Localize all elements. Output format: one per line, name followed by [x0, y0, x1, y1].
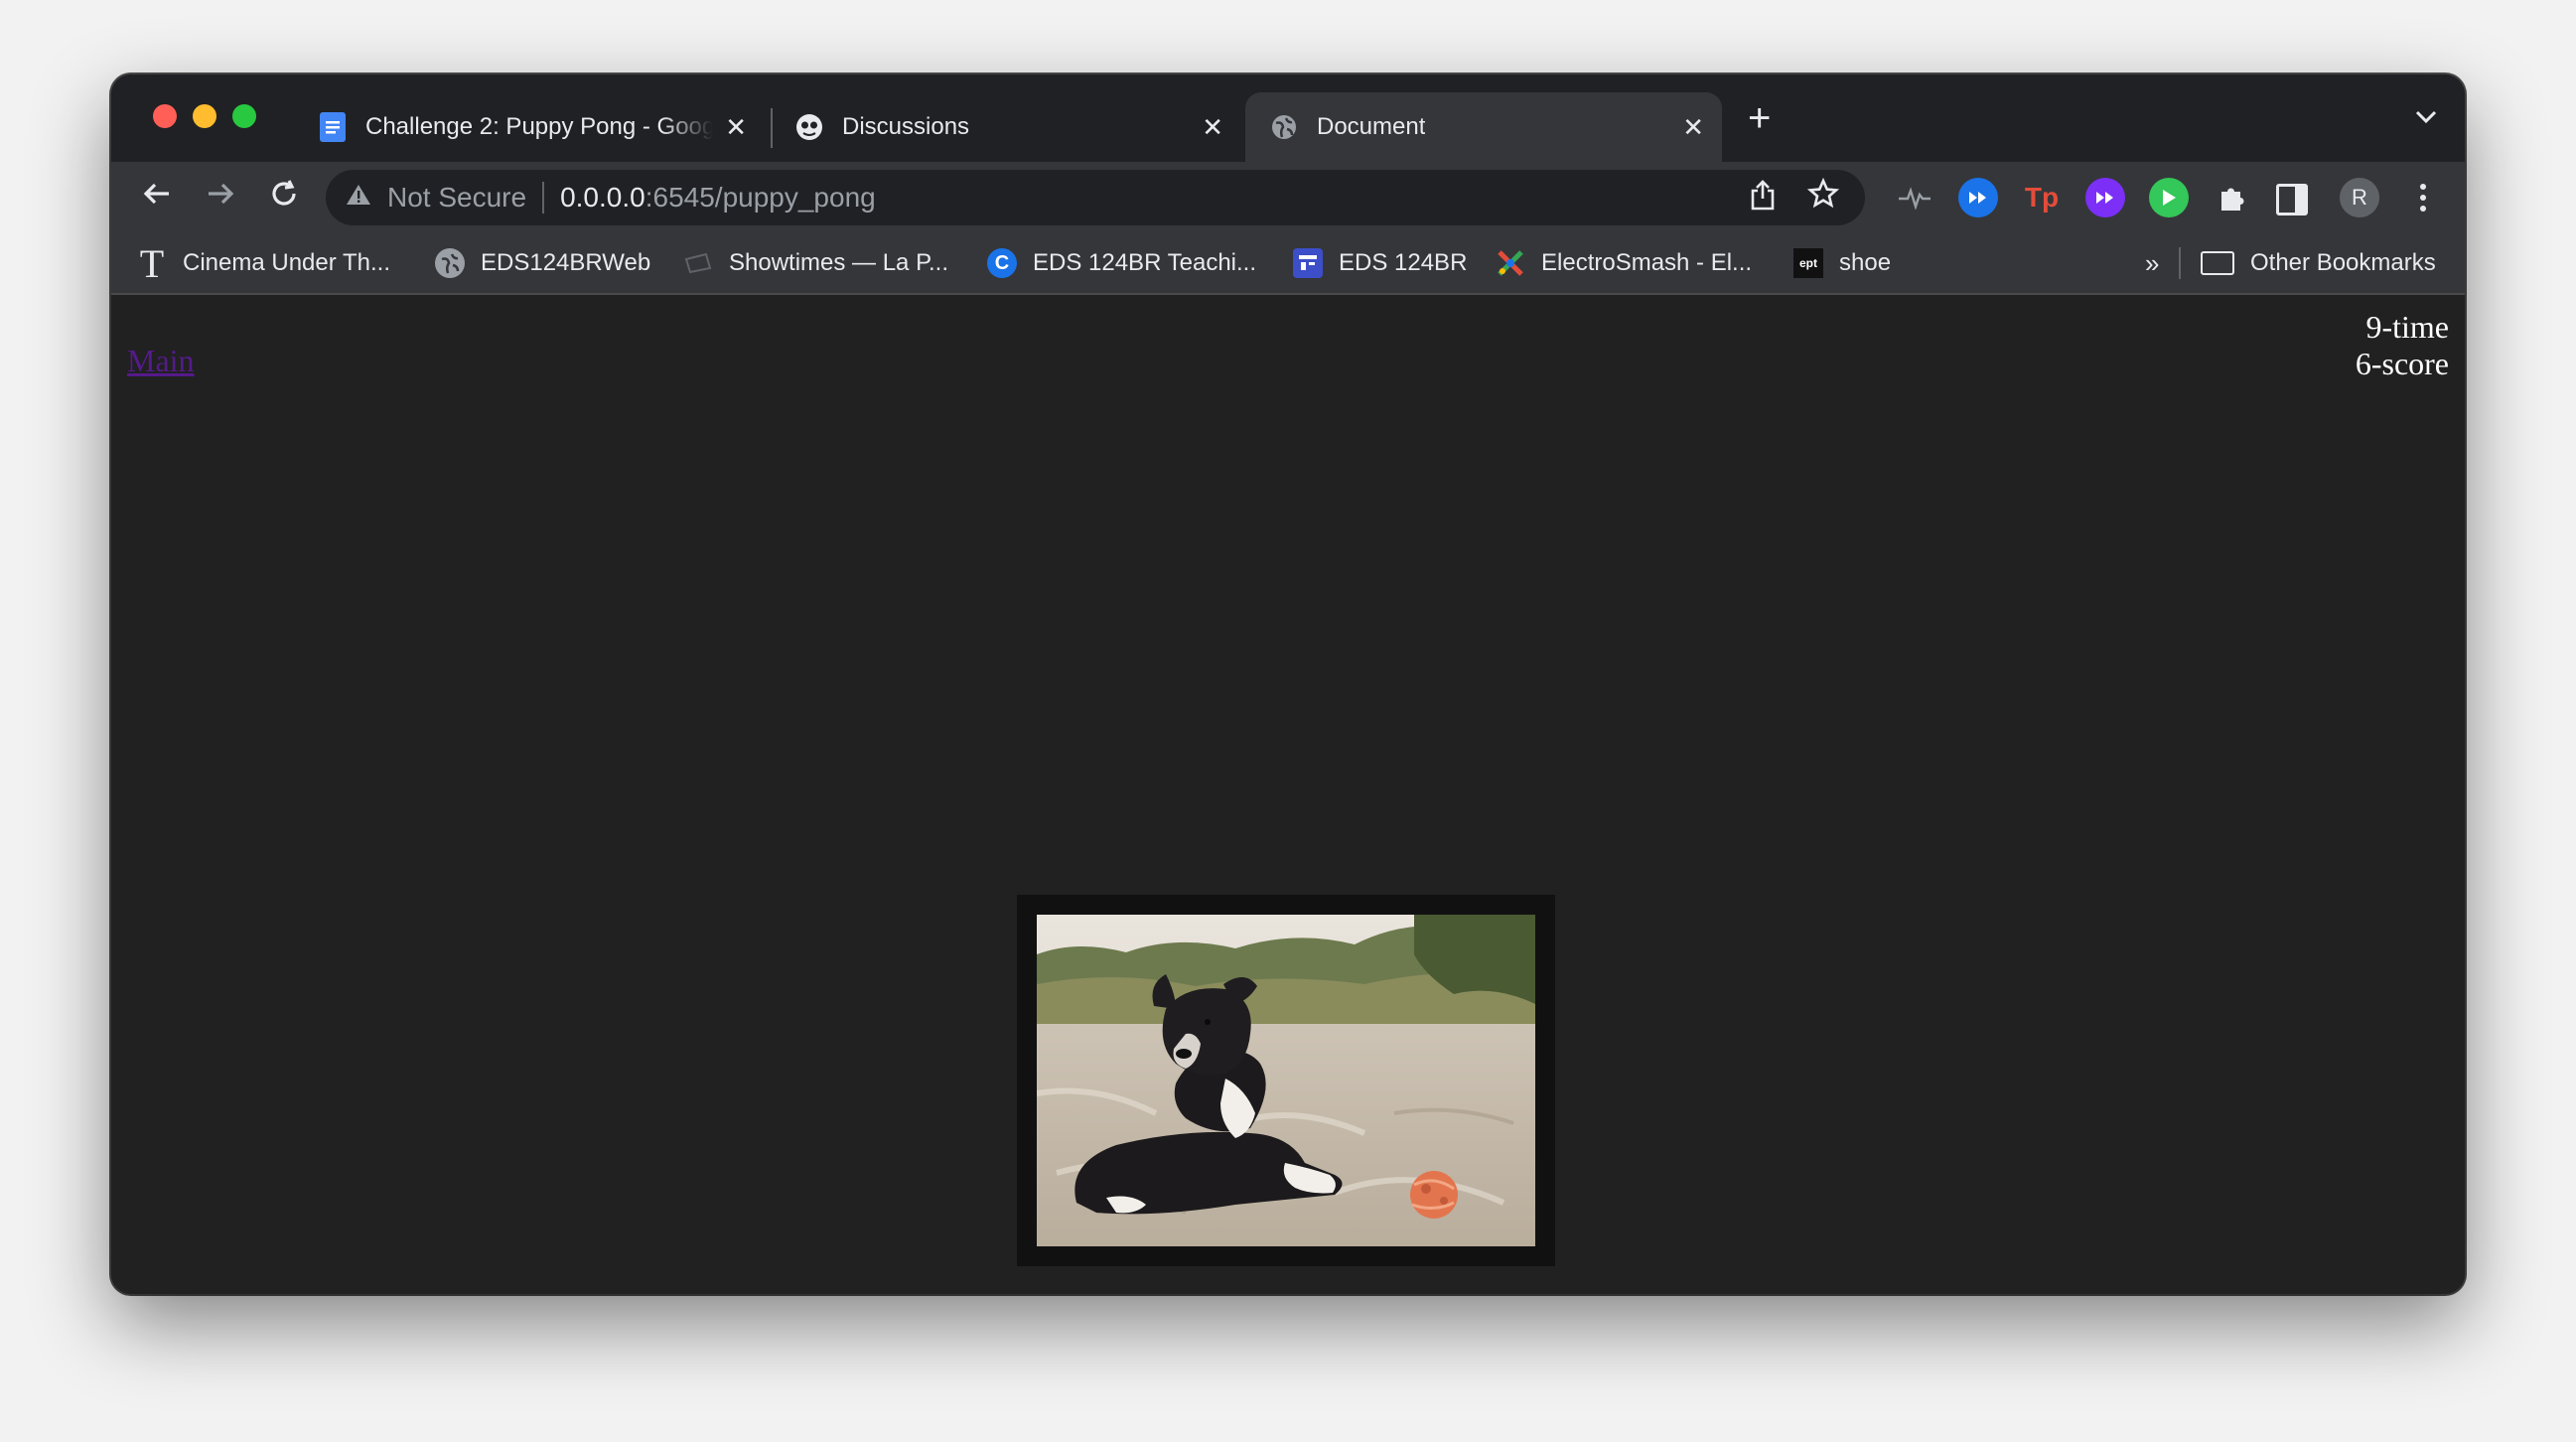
bookmark-label: Cinema Under Th...	[183, 249, 390, 276]
url-host: 0.0.0.0	[560, 182, 645, 213]
address-separator	[542, 182, 545, 214]
bookmark-label: ElectroSmash - El...	[1541, 249, 1753, 276]
url-path: :6545/puppy_pong	[644, 182, 876, 213]
puppy-ball-frame	[1017, 895, 1555, 1266]
other-bookmarks-folder[interactable]: Other Bookmarks	[2201, 233, 2436, 293]
kebab-menu-icon[interactable]	[2403, 178, 2443, 217]
tab-document-active[interactable]: Document ✕	[1245, 92, 1722, 162]
toolbar: Not Secure 0.0.0.0 :6545/puppy_pong Tp R	[111, 162, 2465, 233]
ept-icon: ept	[1793, 248, 1823, 278]
bookmark-label: EDS124BRWeb	[481, 249, 651, 276]
tab-separator	[771, 108, 773, 148]
bookmark-label: EDS 124BR Teachi...	[1033, 249, 1257, 276]
more-bookmarks-chevron-icon[interactable]: »	[2145, 233, 2159, 293]
tab-title: Discussions	[842, 113, 970, 140]
bookmark-label: Showtimes — La P...	[729, 249, 948, 276]
tab-title: Document	[1317, 113, 1426, 140]
close-tab-icon[interactable]: ✕	[725, 112, 747, 143]
discussions-icon	[794, 112, 824, 142]
pulse-extension-icon[interactable]	[1895, 178, 1934, 217]
forward-arrow-icon[interactable]	[205, 178, 236, 216]
extensions-puzzle-icon[interactable]	[2213, 178, 2252, 217]
bookmark-label: shoe	[1839, 249, 1892, 276]
close-tab-icon[interactable]: ✕	[1202, 112, 1223, 143]
bookmarks-bar: T Cinema Under Th... EDS124BRWeb Showtim…	[111, 233, 2465, 295]
bookmark-electrosmash[interactable]: ElectroSmash - El...	[1496, 233, 1752, 293]
bookmarks-divider	[2179, 247, 2181, 279]
puppy-photo	[1037, 915, 1535, 1246]
minimize-window-button[interactable]	[193, 104, 216, 128]
globe-icon	[435, 248, 465, 278]
side-panel-icon[interactable]	[2276, 184, 2308, 216]
fast-forward-extension-icon[interactable]	[1958, 178, 1998, 217]
calendar-icon	[1293, 248, 1323, 278]
tab-bar: Challenge 2: Puppy Pong - Google Docs ✕ …	[111, 74, 2465, 162]
bookmark-cinema-under[interactable]: T Cinema Under Th...	[137, 233, 390, 293]
page-content: Main 9-time 6-score	[111, 295, 2465, 1294]
ticket-icon	[683, 248, 713, 278]
bookmark-label: EDS 124BR	[1339, 249, 1468, 276]
google-docs-icon	[318, 112, 348, 142]
score-readout: 6-score	[2355, 346, 2449, 381]
tp-extension-icon[interactable]: Tp	[2022, 178, 2062, 217]
security-label[interactable]: Not Secure	[387, 182, 526, 214]
chevron-down-icon[interactable]	[2415, 104, 2437, 130]
tab-discussions[interactable]: Discussions ✕	[794, 92, 1241, 162]
c-logo-icon: C	[987, 248, 1017, 278]
folder-icon	[2201, 251, 2234, 275]
browser-window: Challenge 2: Puppy Pong - Google Docs ✕ …	[111, 74, 2465, 1294]
bookmark-star-icon[interactable]	[1806, 177, 1840, 217]
serif-t-icon: T	[139, 240, 165, 286]
globe-icon	[1269, 112, 1299, 142]
main-link[interactable]: Main	[127, 343, 195, 379]
tab-title: Challenge 2: Puppy Pong - Google Docs	[365, 113, 713, 140]
bookmark-shoe[interactable]: ept shoe	[1793, 233, 1891, 293]
new-tab-icon[interactable]: +	[1748, 98, 1771, 138]
maximize-window-button[interactable]	[232, 104, 256, 128]
profile-avatar[interactable]: R	[2340, 178, 2379, 217]
play-extension-icon[interactable]	[2085, 178, 2125, 217]
green-play-extension-icon[interactable]	[2149, 178, 2189, 217]
bookmark-showtimes[interactable]: Showtimes — La P...	[683, 233, 948, 293]
back-arrow-icon[interactable]	[141, 178, 173, 216]
game-stats: 9-time 6-score	[2356, 309, 2449, 382]
other-bookmarks-label: Other Bookmarks	[2250, 249, 2436, 276]
bookmark-eds-124br[interactable]: EDS 124BR	[1293, 233, 1467, 293]
address-bar[interactable]: Not Secure 0.0.0.0 :6545/puppy_pong	[326, 170, 1865, 225]
reload-icon[interactable]	[268, 178, 300, 216]
electrosmash-icon	[1496, 248, 1525, 278]
tab-google-docs[interactable]: Challenge 2: Puppy Pong - Google Docs ✕	[318, 92, 765, 162]
bookmark-eds-teaching[interactable]: C EDS 124BR Teachi...	[987, 233, 1256, 293]
warning-triangle-icon[interactable]	[346, 183, 371, 214]
time-readout: 9-time	[2365, 309, 2449, 345]
share-icon[interactable]	[1750, 179, 1776, 217]
bookmark-eds124brweb[interactable]: EDS124BRWeb	[435, 233, 650, 293]
close-window-button[interactable]	[153, 104, 177, 128]
close-tab-icon[interactable]: ✕	[1682, 112, 1704, 143]
